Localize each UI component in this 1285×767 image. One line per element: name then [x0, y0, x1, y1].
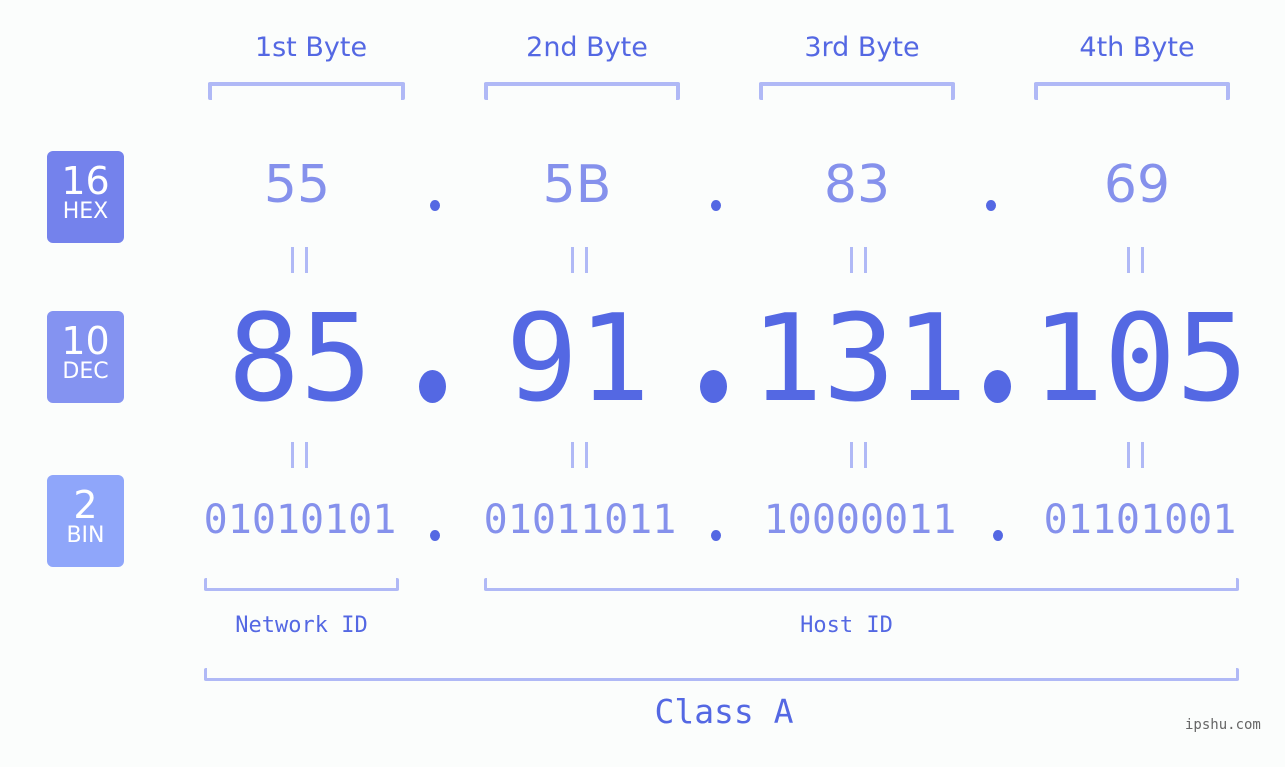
hex-dot-3: [986, 200, 996, 211]
equals-icon: [850, 247, 867, 273]
byte-header-2: 2nd Byte: [526, 32, 648, 63]
equals-icon: [571, 442, 588, 468]
dec-value-3: 131: [750, 290, 968, 429]
equals-icon: [571, 247, 588, 273]
bin-base-label: BIN: [66, 523, 105, 548]
hex-value-2: 5B: [542, 155, 612, 215]
hex-dot-1: [430, 200, 440, 211]
equals-icon: [850, 442, 867, 468]
bin-badge: 2 BIN: [47, 475, 124, 567]
bin-value-2: 01011011: [483, 497, 677, 543]
hex-value-3: 83: [823, 155, 891, 215]
hex-value-4: 69: [1103, 155, 1171, 215]
bin-value-1: 01010101: [203, 497, 397, 543]
equals-icon: [291, 442, 308, 468]
byte-bracket-1: [208, 82, 405, 100]
dec-base-label: DEC: [62, 359, 109, 384]
byte-bracket-3: [759, 82, 955, 100]
dec-dot-3: [984, 370, 1011, 403]
class-bracket: [204, 668, 1239, 681]
network-id-bracket: [204, 578, 399, 591]
byte-bracket-2: [484, 82, 680, 100]
dec-value-2: 91: [505, 290, 651, 429]
dec-dot-1: [419, 370, 446, 403]
byte-bracket-4: [1034, 82, 1230, 100]
bin-value-3: 10000011: [763, 497, 957, 543]
dec-value-1: 85: [227, 290, 373, 429]
bin-dot-1: [430, 530, 440, 541]
hex-base-label: HEX: [62, 199, 109, 224]
host-id-bracket: [484, 578, 1239, 591]
byte-header-1: 1st Byte: [254, 32, 368, 63]
bin-value-4: 01101001: [1043, 497, 1237, 543]
byte-header-4: 4th Byte: [1079, 32, 1195, 63]
hex-dot-2: [711, 200, 721, 211]
dec-badge: 10 DEC: [47, 311, 124, 403]
dec-base-number: 10: [61, 319, 110, 363]
dec-dot-2: [700, 370, 727, 403]
bin-base-number: 2: [73, 483, 98, 527]
host-id-label: Host ID: [800, 613, 893, 638]
byte-header-3: 3rd Byte: [804, 32, 920, 63]
network-id-label: Network ID: [235, 613, 368, 638]
bin-dot-2: [711, 530, 721, 541]
bin-dot-3: [993, 530, 1003, 541]
equals-icon: [291, 247, 308, 273]
equals-icon: [1127, 247, 1144, 273]
class-label: Class A: [654, 692, 794, 731]
hex-badge: 16 HEX: [47, 151, 124, 243]
watermark: ipshu.com: [1185, 717, 1261, 733]
equals-icon: [1127, 442, 1144, 468]
hex-value-1: 55: [263, 155, 331, 215]
hex-base-number: 16: [61, 159, 110, 203]
dec-value-4: 105: [1031, 290, 1249, 429]
